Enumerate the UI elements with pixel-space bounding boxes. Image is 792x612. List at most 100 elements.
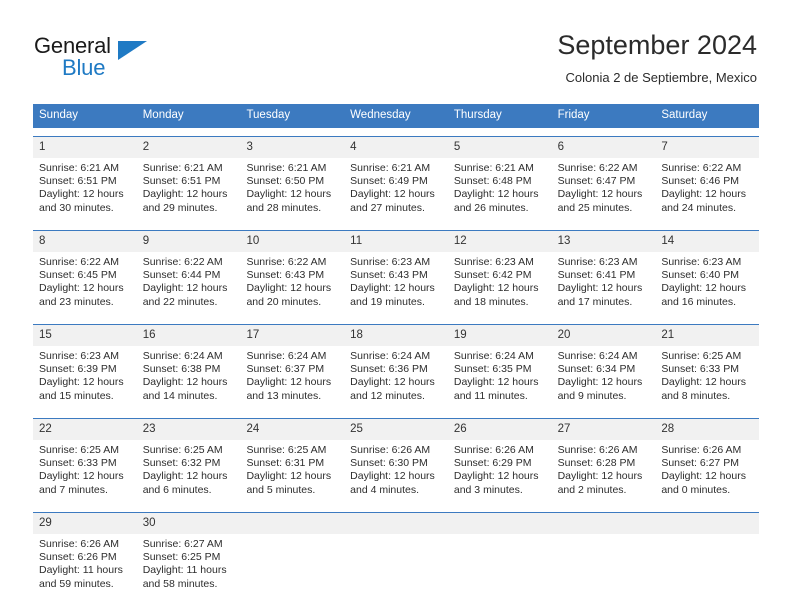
day-cell[interactable]: Sunrise: 6:22 AM Sunset: 6:44 PM Dayligh… [137,252,241,316]
day-cell[interactable]: Sunrise: 6:25 AM Sunset: 6:33 PM Dayligh… [655,346,759,410]
day-cell[interactable]: Sunrise: 6:27 AM Sunset: 6:25 PM Dayligh… [137,534,241,598]
week-daynum-band: 29 30 [33,513,759,534]
day-number[interactable]: 17 [240,325,344,346]
day-cell[interactable]: Sunrise: 6:26 AM Sunset: 6:27 PM Dayligh… [655,440,759,504]
day-number[interactable]: 21 [655,325,759,346]
day-number[interactable]: 15 [33,325,137,346]
day-number[interactable]: 8 [33,231,137,252]
day-cell[interactable]: Sunrise: 6:21 AM Sunset: 6:50 PM Dayligh… [240,158,344,222]
page-subtitle: Colonia 2 de Septiembre, Mexico [565,70,758,85]
day-number[interactable]: 30 [137,513,241,534]
daylight-text-line2: and 16 minutes. [661,295,737,308]
sunset-text: Sunset: 6:47 PM [557,175,636,188]
day-cell[interactable]: Sunrise: 6:23 AM Sunset: 6:42 PM Dayligh… [448,252,552,316]
day-cell[interactable]: Sunrise: 6:25 AM Sunset: 6:32 PM Dayligh… [137,440,241,504]
day-cell[interactable]: Sunrise: 6:21 AM Sunset: 6:51 PM Dayligh… [137,158,241,222]
daylight-text-line2: and 18 minutes. [453,295,529,308]
day-number[interactable]: 26 [448,419,552,440]
brand-logo[interactable]: General Blue [34,33,164,83]
sunrise-text: Sunrise: 6:24 AM [142,350,223,362]
day-number[interactable]: 9 [137,231,241,252]
day-cell[interactable]: Sunrise: 6:21 AM Sunset: 6:49 PM Dayligh… [344,158,448,222]
day-number[interactable]: 1 [33,137,137,158]
sunrise-text: Sunrise: 6:23 AM [350,256,431,268]
sunset-text: Sunset: 6:32 PM [142,457,221,470]
day-cell[interactable]: Sunrise: 6:22 AM Sunset: 6:47 PM Dayligh… [552,158,656,222]
daylight-text-line2: and 26 minutes. [453,201,529,214]
daylight-text-line1: Daylight: 12 hours [142,376,228,389]
day-cell[interactable]: Sunrise: 6:24 AM Sunset: 6:36 PM Dayligh… [344,346,448,410]
daylight-text-line2: and 59 minutes. [39,577,114,590]
sunrise-text: Sunrise: 6:21 AM [453,162,534,174]
day-number[interactable]: 23 [137,419,241,440]
week-daynum-band: 22 23 24 25 26 27 28 [33,419,759,440]
day-number[interactable]: 3 [240,137,344,158]
day-number[interactable]: 28 [655,419,759,440]
day-cell[interactable]: Sunrise: 6:24 AM Sunset: 6:38 PM Dayligh… [137,346,241,410]
day-number[interactable]: 7 [655,137,759,158]
day-cell[interactable]: Sunrise: 6:24 AM Sunset: 6:35 PM Dayligh… [448,346,552,410]
weekday-header-saturday: Saturday [661,109,708,121]
day-cell[interactable]: Sunrise: 6:25 AM Sunset: 6:33 PM Dayligh… [33,440,137,504]
calendar-page: General Blue September 2024 Colonia 2 de… [0,0,792,612]
day-cell[interactable]: Sunrise: 6:23 AM Sunset: 6:43 PM Dayligh… [344,252,448,316]
sunset-text: Sunset: 6:25 PM [142,551,221,564]
day-number[interactable]: 11 [344,231,448,252]
day-cell[interactable]: Sunrise: 6:26 AM Sunset: 6:28 PM Dayligh… [552,440,656,504]
day-number[interactable]: 10 [240,231,344,252]
day-number[interactable]: 6 [552,137,656,158]
day-number[interactable]: 18 [344,325,448,346]
day-number[interactable]: 29 [33,513,137,534]
day-cell[interactable]: Sunrise: 6:23 AM Sunset: 6:39 PM Dayligh… [33,346,137,410]
day-number-empty [240,513,344,534]
daylight-text-line1: Daylight: 12 hours [557,188,643,201]
week-daynum-band: 8 9 10 11 12 13 14 [33,231,759,252]
week-detail-row: Sunrise: 6:21 AM Sunset: 6:51 PM Dayligh… [33,158,759,222]
day-cell[interactable]: Sunrise: 6:22 AM Sunset: 6:46 PM Dayligh… [655,158,759,222]
day-number[interactable]: 2 [137,137,241,158]
day-number[interactable]: 25 [344,419,448,440]
day-cell[interactable]: Sunrise: 6:26 AM Sunset: 6:26 PM Dayligh… [33,534,137,598]
day-number[interactable]: 27 [552,419,656,440]
sunrise-text: Sunrise: 6:24 AM [557,350,638,362]
day-cell[interactable]: Sunrise: 6:24 AM Sunset: 6:37 PM Dayligh… [240,346,344,410]
sunrise-text: Sunrise: 6:23 AM [661,256,742,268]
day-number[interactable]: 24 [240,419,344,440]
sunset-text: Sunset: 6:31 PM [246,457,325,470]
daylight-text-line1: Daylight: 12 hours [39,376,124,389]
sunrise-text: Sunrise: 6:25 AM [661,350,742,362]
day-number[interactable]: 5 [448,137,552,158]
daylight-text-line1: Daylight: 12 hours [246,282,332,295]
day-cell[interactable]: Sunrise: 6:23 AM Sunset: 6:40 PM Dayligh… [655,252,759,316]
day-cell[interactable]: Sunrise: 6:21 AM Sunset: 6:48 PM Dayligh… [448,158,552,222]
day-number[interactable]: 19 [448,325,552,346]
sunrise-text: Sunrise: 6:21 AM [142,162,223,174]
day-cell[interactable]: Sunrise: 6:21 AM Sunset: 6:51 PM Dayligh… [33,158,137,222]
day-cell-empty [552,534,656,598]
day-number[interactable]: 14 [655,231,759,252]
day-cell[interactable]: Sunrise: 6:24 AM Sunset: 6:34 PM Dayligh… [552,346,656,410]
sunset-text: Sunset: 6:45 PM [39,269,117,282]
title-block: September 2024 Colonia 2 de Septiembre, … [557,28,757,88]
daylight-text-line2: and 7 minutes. [39,483,108,496]
day-cell[interactable]: Sunrise: 6:22 AM Sunset: 6:45 PM Dayligh… [33,252,137,316]
sunset-text: Sunset: 6:40 PM [661,269,739,282]
day-cell[interactable]: Sunrise: 6:26 AM Sunset: 6:29 PM Dayligh… [448,440,552,504]
day-number[interactable]: 12 [448,231,552,252]
day-number[interactable]: 4 [344,137,448,158]
day-cell[interactable]: Sunrise: 6:26 AM Sunset: 6:30 PM Dayligh… [344,440,448,504]
page-title: September 2024 [557,30,757,60]
week-daynum-band: 15 16 17 18 19 20 21 [33,325,759,346]
day-number[interactable]: 20 [552,325,656,346]
day-number[interactable]: 16 [137,325,241,346]
day-cell[interactable]: Sunrise: 6:25 AM Sunset: 6:31 PM Dayligh… [240,440,344,504]
day-number[interactable]: 13 [552,231,656,252]
day-cell[interactable]: Sunrise: 6:23 AM Sunset: 6:41 PM Dayligh… [552,252,656,316]
day-cell[interactable]: Sunrise: 6:22 AM Sunset: 6:43 PM Dayligh… [240,252,344,316]
daylight-text-line1: Daylight: 12 hours [557,376,643,389]
daylight-text-line1: Daylight: 11 hours [142,564,227,577]
week-daynum-band: 1 2 3 4 5 6 7 [33,137,759,158]
sunrise-text: Sunrise: 6:24 AM [246,350,327,362]
day-number[interactable]: 22 [33,419,137,440]
daylight-text-line1: Daylight: 12 hours [661,470,746,483]
